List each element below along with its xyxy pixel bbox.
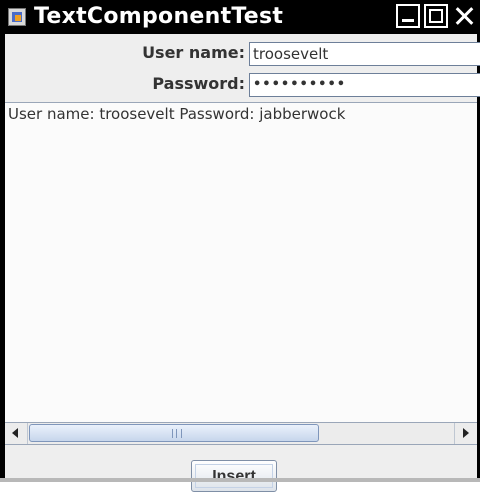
scroll-thumb[interactable] (29, 424, 319, 442)
window-title: TextComponentTest (34, 4, 284, 29)
password-label: Password: (152, 74, 245, 93)
output-text-area[interactable]: User name: troosevelt Password: jabberwo… (5, 102, 477, 422)
title-bar[interactable]: TextComponentTest (0, 0, 480, 34)
minimize-button[interactable] (396, 4, 420, 28)
insert-button[interactable]: Insert (191, 460, 277, 492)
scroll-right-icon[interactable] (454, 423, 477, 444)
maximize-button[interactable] (424, 4, 448, 28)
scroll-grip-icon (172, 429, 182, 438)
close-button[interactable] (452, 4, 476, 28)
content-pane: User name: troosevelt Password: ••••••••… (5, 34, 480, 492)
horizontal-scrollbar[interactable] (5, 422, 477, 445)
bottom-edge (0, 478, 480, 482)
button-panel: Insert (5, 445, 477, 492)
scroll-left-icon[interactable] (5, 423, 28, 444)
maximize-icon (429, 9, 443, 23)
app-icon[interactable] (8, 8, 26, 26)
window-frame: TextComponentTest User name: troosevelt … (0, 0, 480, 492)
password-field[interactable]: •••••••••• (249, 73, 480, 97)
minimize-icon (402, 19, 414, 22)
username-label: User name: (142, 43, 245, 62)
username-field[interactable]: troosevelt (249, 42, 480, 66)
close-icon (452, 4, 476, 28)
